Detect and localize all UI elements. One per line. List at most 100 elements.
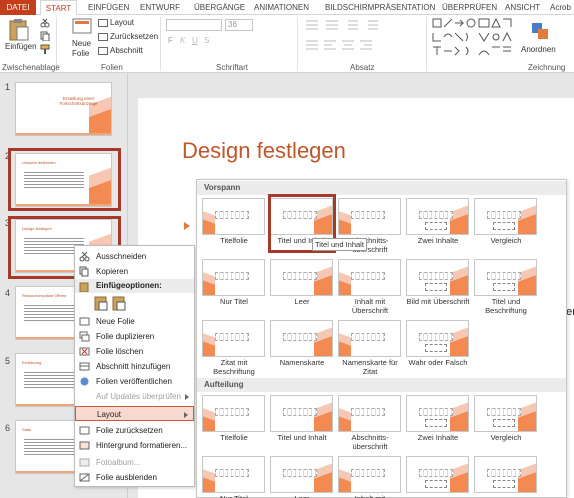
menu-item-cut[interactable]: Ausschneiden <box>75 249 194 264</box>
font-size-select[interactable]: 36 <box>225 19 253 31</box>
layout-option[interactable] <box>474 395 537 432</box>
arrange-icon[interactable] <box>530 21 550 41</box>
layout-option-label: Namenskarte für Zitat <box>342 358 398 376</box>
menu-item-add-section[interactable]: Abschnitt hinzufügen <box>75 359 194 374</box>
layout-option[interactable] <box>406 456 469 493</box>
layout-option-label: Leer <box>268 494 336 498</box>
paste-icon[interactable] <box>8 18 30 42</box>
menu-item-reset[interactable]: Folie zurücksetzen <box>75 423 194 438</box>
layout-option[interactable] <box>406 395 469 432</box>
new-slide-button[interactable]: Neue <box>72 39 91 48</box>
menu-item-new-slide[interactable]: Neue Folie <box>75 314 194 329</box>
slide-thumb-title: Stats <box>22 427 32 432</box>
paste-icon <box>79 282 89 292</box>
layout-option[interactable] <box>338 198 401 235</box>
new-slide-icon <box>79 317 90 326</box>
reset-icon[interactable] <box>98 33 108 41</box>
shadow-button[interactable]: S <box>204 36 209 45</box>
layout-option-label: Zwei Inhalte <box>417 236 459 245</box>
photo-album-icon <box>79 458 90 467</box>
layout-option[interactable] <box>338 320 401 357</box>
tab-acrobat[interactable]: Acrob <box>550 0 571 15</box>
slide-number: 5 <box>5 356 11 366</box>
tab-ansicht[interactable]: ANSICHT <box>505 0 540 15</box>
layout-option[interactable] <box>270 259 333 296</box>
group-clipboard-label: Zwischenablage <box>2 63 60 72</box>
layout-option[interactable] <box>406 320 469 357</box>
layout-option-label: Abschnitts-überschrift <box>351 433 389 451</box>
tab-uebergaenge[interactable]: ÜBERGÄNGE <box>194 0 245 15</box>
shapes-gallery-icon[interactable] <box>432 18 516 58</box>
copy-icon <box>79 266 89 277</box>
tab-entwurf[interactable]: ENTWURF <box>140 0 180 15</box>
paste-use-target-icon[interactable] <box>112 295 126 311</box>
tab-datei[interactable]: DATEI <box>0 0 36 15</box>
font-name-select[interactable] <box>166 19 222 31</box>
slide-thumb-title: Ressourcenpläne Offnen <box>22 293 67 298</box>
menu-item-publish[interactable]: Folien veröffentlichen <box>75 374 194 389</box>
copy-icon[interactable] <box>40 31 50 41</box>
layout-option[interactable] <box>474 456 537 493</box>
paste-button[interactable]: Einfügen <box>5 42 37 51</box>
group-slides-label: Folien <box>101 63 123 72</box>
layout-option[interactable] <box>270 456 333 493</box>
delete-slide-icon <box>79 347 90 356</box>
menu-item-copy[interactable]: Kopieren <box>75 264 194 279</box>
layout-option[interactable] <box>202 259 265 296</box>
slide-title[interactable]: Design festlegen <box>182 138 346 164</box>
layout-option[interactable] <box>202 456 265 493</box>
tab-einfuegen[interactable]: EINFÜGEN <box>88 0 129 15</box>
new-slide-icon[interactable] <box>72 18 92 36</box>
reset-slide-icon <box>79 426 90 435</box>
menu-header-label: Einfügeoptionen: <box>96 281 162 290</box>
layout-option[interactable] <box>338 456 401 493</box>
layout-icon[interactable] <box>98 19 108 27</box>
menu-item-duplicate[interactable]: Folie duplizieren <box>75 329 194 344</box>
menu-item-label: Layout <box>97 410 122 419</box>
new-slide-button-line2[interactable]: Folie <box>72 49 89 58</box>
menu-item-layout[interactable]: Layout <box>75 406 194 421</box>
bold-button[interactable]: F <box>168 36 173 45</box>
reset-button[interactable]: Zurücksetzen <box>110 32 158 41</box>
layout-option[interactable] <box>474 198 537 235</box>
menu-item-label: Neue Folie <box>96 317 135 326</box>
layout-option[interactable] <box>338 395 401 432</box>
layout-option[interactable] <box>270 395 333 432</box>
menu-item-label: Folie zurücksetzen <box>96 426 163 435</box>
menu-item-hide[interactable]: Folie ausblenden <box>75 470 194 485</box>
tab-bildschirmpraesentation[interactable]: BILDSCHIRMPRÄSENTATION <box>325 0 435 15</box>
tab-animationen[interactable]: ANIMATIONEN <box>254 0 309 15</box>
paragraph-tools-icon[interactable] <box>304 19 414 55</box>
layout-option[interactable] <box>406 198 469 235</box>
layout-option-label: Inhalt mit Überschrift <box>351 297 389 315</box>
cut-icon[interactable] <box>40 18 50 28</box>
tab-start[interactable]: START <box>40 0 77 16</box>
menu-item-check-updates[interactable]: Auf Updates überprüfen <box>75 389 194 404</box>
layout-option[interactable] <box>338 259 401 296</box>
layout-button[interactable]: Layout <box>110 18 134 27</box>
menu-item-photo-album[interactable]: Fotoalbum... <box>75 455 194 470</box>
tab-ueberpruefen[interactable]: ÜBERPRÜFEN <box>442 0 497 15</box>
submenu-arrow-icon <box>185 394 189 400</box>
layout-option-label: Vergleich <box>490 433 522 442</box>
slide-thumbnail-1[interactable]: Erstellung einer Fortschrittsanzeige <box>15 82 112 136</box>
format-painter-icon[interactable] <box>40 44 50 54</box>
layout-option[interactable] <box>474 259 537 296</box>
layout-option[interactable] <box>202 198 265 235</box>
arrange-button[interactable]: Anordnen <box>521 45 556 54</box>
section-icon[interactable] <box>98 47 108 55</box>
layout-option[interactable] <box>202 320 265 357</box>
menu-item-delete[interactable]: Folie löschen <box>75 344 194 359</box>
submenu-arrow-icon <box>184 412 188 418</box>
underline-button[interactable]: U <box>192 36 198 45</box>
group-paragraph-label: Absatz <box>350 63 375 72</box>
ribbon-tab-bar: DATEI START EINFÜGEN ENTWURF ÜBERGÄNGE A… <box>0 0 574 16</box>
italic-button[interactable]: K <box>180 36 185 45</box>
menu-item-format-background[interactable]: Hintergrund formatieren... <box>75 438 194 453</box>
layout-option[interactable] <box>202 395 265 432</box>
layout-option[interactable] <box>270 320 333 357</box>
ribbon: Einfügen Neue Folie Layout Zurücksetzen … <box>0 15 574 73</box>
paste-keep-format-icon[interactable] <box>94 295 108 311</box>
section-button[interactable]: Abschnitt <box>110 46 143 55</box>
layout-option[interactable] <box>406 259 469 296</box>
